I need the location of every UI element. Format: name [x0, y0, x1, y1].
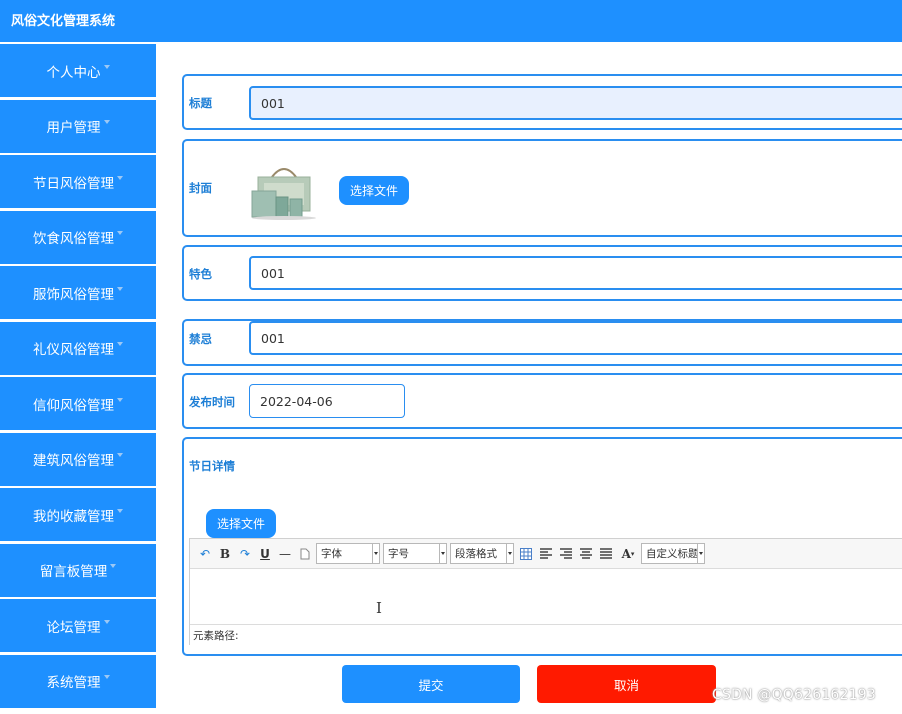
font-color-icon[interactable]: A ▾ — [617, 545, 639, 563]
tea-gift-box-icon — [251, 168, 316, 220]
caret-down-icon — [117, 453, 123, 457]
sidebar-item-5[interactable]: 礼仪风俗管理 — [0, 321, 156, 375]
caret-down-icon — [110, 564, 117, 568]
sidebar-item-label: 论坛管理 — [46, 619, 101, 636]
caret-down-icon — [103, 120, 110, 124]
taboo-input[interactable]: 001 — [249, 321, 902, 355]
editor-content-area[interactable]: I — [190, 569, 902, 624]
watermark: CSDN @QQ626162193 — [712, 687, 876, 703]
details-choose-file-button[interactable]: 选择文件 — [206, 509, 276, 538]
sidebar-item-label: 信仰风俗管理 — [33, 397, 114, 414]
form-row-cover: 封面 选择文件 — [182, 139, 902, 237]
sidebar-item-4[interactable]: 服饰风俗管理 — [0, 266, 156, 319]
sidebar-item-10[interactable]: 论坛管理 — [0, 599, 156, 652]
publish-time-input[interactable]: 2022-04-06 — [249, 384, 405, 418]
caret-down-icon — [117, 342, 123, 346]
font-family-label: 字体 — [321, 548, 342, 560]
cover-choose-file-button[interactable]: 选择文件 — [339, 176, 409, 205]
form-row-details: 节日详情 选择文件 ↶ B ↷ U — 字体 字号 段落格式 A ▾ 自定义标题… — [182, 437, 902, 656]
element-path-bar: 元素路径: — [190, 624, 902, 645]
sidebar-item-label: 用户管理 — [46, 120, 101, 136]
paragraph-format-label: 段落格式 — [455, 548, 497, 560]
caret-down-icon — [103, 675, 110, 679]
sidebar-item-label: 礼仪风俗管理 — [33, 342, 114, 358]
form-row-feature: 特色 001 — [182, 245, 902, 301]
form-row-taboo: 禁忌 001 — [182, 319, 902, 366]
align-left-icon[interactable] — [537, 545, 555, 563]
sidebar-item-label: 我的收藏管理 — [33, 508, 114, 525]
publish-time-label: 发布时间 — [189, 395, 235, 409]
sidebar-item-label: 节日风俗管理 — [33, 175, 114, 192]
details-label: 节日详情 — [189, 459, 235, 473]
font-family-select[interactable]: 字体 — [316, 543, 380, 564]
caret-down-icon — [103, 619, 110, 624]
title-input[interactable]: 001 — [249, 86, 902, 120]
submit-button[interactable]: 提交 — [342, 665, 520, 703]
sidebar-item-label: 服饰风俗管理 — [33, 286, 114, 303]
form-row-title: 标题 001 — [182, 74, 902, 130]
sidebar-item-8[interactable]: 我的收藏管理 — [0, 488, 156, 541]
cancel-button[interactable]: 取消 — [537, 665, 716, 703]
underline-icon[interactable]: U — [256, 545, 274, 563]
align-right-icon[interactable] — [557, 545, 575, 563]
bold-icon[interactable]: B — [216, 545, 234, 563]
custom-title-label: 自定义标题 — [646, 548, 699, 560]
top-bar: 风俗文化管理系统 — [0, 0, 902, 42]
sidebar-item-1[interactable]: 用户管理 — [0, 99, 156, 153]
font-size-select[interactable]: 字号 — [383, 543, 447, 564]
caret-down-icon — [117, 286, 123, 291]
sidebar-item-label: 系统管理 — [46, 675, 101, 691]
sidebar-item-label: 建筑风俗管理 — [33, 453, 114, 469]
feature-input[interactable]: 001 — [249, 256, 902, 290]
sidebar-item-2[interactable]: 节日风俗管理 — [0, 155, 156, 208]
sidebar-item-3[interactable]: 饮食风俗管理 — [0, 210, 156, 264]
undo-icon[interactable]: ↶ — [196, 545, 214, 563]
rich-text-editor: ↶ B ↷ U — 字体 字号 段落格式 A ▾ 自定义标题 I 元素路径: — [189, 538, 902, 645]
custom-title-select[interactable]: 自定义标题 — [641, 543, 705, 564]
caret-down-icon — [117, 508, 123, 513]
new-document-icon[interactable] — [296, 545, 314, 563]
sidebar: 个人中心用户管理节日风俗管理 饮食风俗管理 服饰风俗管理 礼仪风俗管理 信仰风俗管理 建筑… — [0, 44, 156, 710]
text-cursor-icon: I — [376, 599, 382, 617]
paragraph-format-select[interactable]: 段落格式 — [450, 543, 514, 564]
title-label: 标题 — [189, 96, 212, 110]
sidebar-item-11[interactable]: 系统管理 — [0, 654, 156, 708]
feature-label: 特色 — [189, 267, 212, 281]
caret-down-icon — [117, 397, 123, 402]
caret-down-icon — [117, 231, 123, 235]
redo-icon[interactable]: ↷ — [236, 545, 254, 563]
sidebar-item-label: 个人中心 — [46, 64, 101, 81]
horizontal-rule-icon[interactable]: — — [276, 545, 294, 563]
taboo-label: 禁忌 — [189, 332, 212, 346]
sidebar-item-6[interactable]: 信仰风俗管理 — [0, 377, 156, 430]
caret-down-icon — [103, 64, 110, 69]
sidebar-item-label: 饮食风俗管理 — [33, 231, 114, 247]
font-size-label: 字号 — [388, 548, 409, 560]
sidebar-item-0[interactable]: 个人中心 — [0, 44, 156, 97]
table-icon[interactable] — [517, 545, 535, 563]
app-title: 风俗文化管理系统 — [11, 14, 116, 29]
justify-icon[interactable] — [597, 545, 615, 563]
sidebar-item-9[interactable]: 留言板管理 — [0, 543, 156, 597]
cover-image — [250, 163, 318, 220]
editor-toolbar: ↶ B ↷ U — 字体 字号 段落格式 A ▾ 自定义标题 — [190, 539, 902, 569]
form-row-publish-time: 发布时间 2022-04-06 — [182, 373, 902, 429]
sidebar-item-7[interactable]: 建筑风俗管理 — [0, 432, 156, 486]
sidebar-item-label: 留言板管理 — [39, 564, 108, 580]
cover-label: 封面 — [189, 181, 212, 195]
align-center-icon[interactable] — [577, 545, 595, 563]
caret-down-icon — [117, 175, 123, 180]
